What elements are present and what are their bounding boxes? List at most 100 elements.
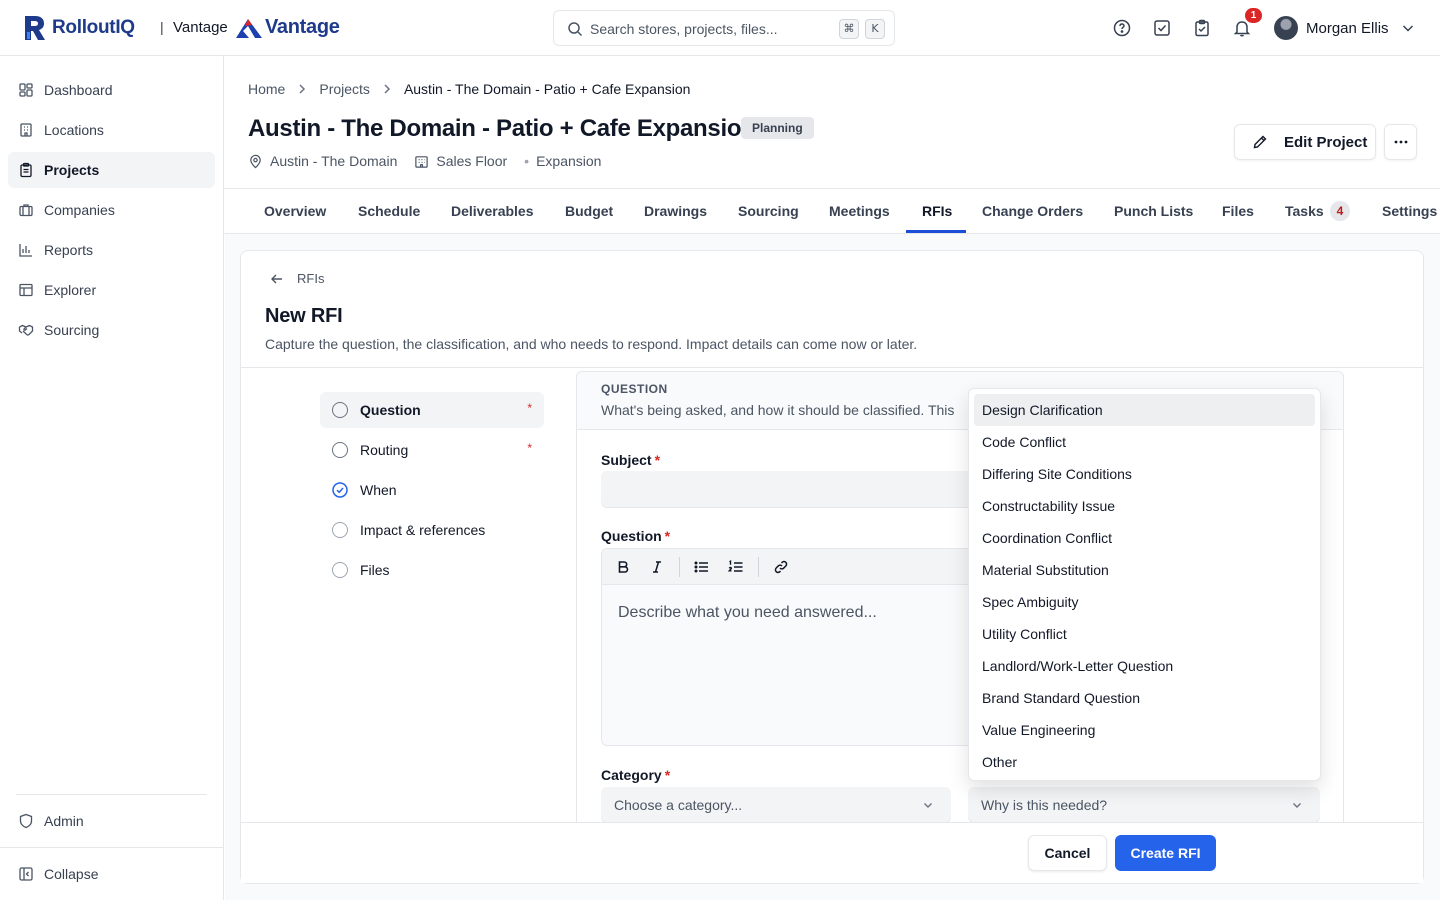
tab-sourcing[interactable]: Sourcing [738,189,799,234]
step-label: When [360,482,397,498]
question-editor[interactable]: Describe what you need answered... [601,548,981,746]
dropdown-option[interactable]: Value Engineering [974,714,1315,746]
dropdown-option[interactable]: Code Conflict [974,426,1315,458]
tab-budget[interactable]: Budget [565,189,613,234]
sidebar-item-companies[interactable]: Companies [8,192,215,228]
sidebar: Dashboard Locations Projects Companies R… [0,56,224,900]
form-subtitle: Capture the question, the classification… [265,336,918,352]
reason-select-value: Why is this needed? [981,797,1108,813]
building-icon [415,155,429,168]
table-icon [19,283,33,297]
bold-button[interactable] [613,557,633,577]
sidebar-item-label: Dashboard [44,82,113,98]
tab-overview[interactable]: Overview [264,189,326,234]
search-icon [568,22,583,37]
dropdown-option[interactable]: Brand Standard Question [974,682,1315,714]
sidebar-item-label: Reports [44,242,94,258]
sidebar-item-locations[interactable]: Locations [8,112,215,148]
tab-schedule[interactable]: Schedule [358,189,420,234]
project-area: Sales Floor [414,153,507,169]
sidebar-item-dashboard[interactable]: Dashboard [8,72,215,108]
reason-select[interactable]: Why is this needed? [968,787,1320,823]
tab-files[interactable]: Files [1222,189,1254,234]
step-incomplete-icon [332,562,348,578]
notification-badge: 1 [1245,8,1262,23]
global-search[interactable]: ⌘ K [553,10,895,46]
edit-project-button[interactable]: Edit Project [1234,124,1376,160]
step-label: Files [360,562,390,578]
briefcase-icon [19,204,33,217]
vantage-mountain-icon [236,18,262,38]
search-input[interactable] [590,18,830,40]
brand-separator: | [160,19,164,35]
sidebar-collapse-button[interactable]: Collapse [8,856,215,892]
clipboard-check-icon[interactable] [1192,18,1212,38]
building-icon [20,123,32,137]
link-button[interactable] [771,557,791,577]
required-marker: * [664,528,671,544]
reason-dropdown-menu: Design Clarification Code Conflict Diffe… [968,388,1321,781]
handshake-icon [18,324,34,336]
tab-change-orders[interactable]: Change Orders [982,189,1083,234]
chevron-down-icon [1293,803,1301,808]
checkbox-tasks-icon[interactable] [1152,18,1172,38]
subject-input[interactable] [601,471,981,508]
required-marker: * [527,441,532,455]
step-incomplete-icon [332,402,348,418]
tab-tasks[interactable]: Tasks [1285,189,1324,234]
step-routing[interactable]: Routing * [320,432,544,468]
step-incomplete-icon [332,442,348,458]
sidebar-item-projects[interactable]: Projects [8,152,215,188]
dropdown-option[interactable]: Spec Ambiguity [974,586,1315,618]
dropdown-option[interactable]: Material Substitution [974,554,1315,586]
section-label: QUESTION [601,382,668,396]
tab-rfis[interactable]: RFIs [922,189,952,234]
tab-settings[interactable]: Settings [1382,189,1437,234]
arrow-left-icon [271,274,282,283]
breadcrumb-home[interactable]: Home [248,81,285,97]
brand-logo[interactable]: RolloutIQ [24,15,135,41]
numbered-list-button[interactable] [726,557,746,577]
step-when[interactable]: When [320,472,544,508]
tab-deliverables[interactable]: Deliverables [451,189,534,234]
dropdown-option[interactable]: Coordination Conflict [974,522,1315,554]
bullet-list-button[interactable] [692,557,712,577]
question-editor-placeholder: Describe what you need answered... [618,604,877,621]
sidebar-item-sourcing[interactable]: Sourcing [8,312,215,348]
tab-punch-lists[interactable]: Punch Lists [1114,189,1193,234]
sidebar-item-admin[interactable]: Admin [8,803,215,839]
project-location: Austin - The Domain [248,153,397,169]
help-icon[interactable] [1112,18,1132,38]
dropdown-option[interactable]: Differing Site Conditions [974,458,1315,490]
more-horizontal-icon [1394,140,1407,144]
dropdown-option[interactable]: Design Clarification [974,394,1315,426]
create-rfi-button[interactable]: Create RFI [1115,835,1216,871]
category-select-value: Choose a category... [614,797,743,813]
dropdown-option[interactable]: Constructability Issue [974,490,1315,522]
dropdown-option[interactable]: Other [974,746,1315,778]
sidebar-item-reports[interactable]: Reports [8,232,215,268]
sidebar-divider [16,794,207,795]
italic-icon [653,561,661,573]
form-title: New RFI [265,305,343,327]
step-question[interactable]: Question * [320,392,544,428]
step-impact-references[interactable]: Impact & references [320,512,544,548]
more-actions-button[interactable] [1384,124,1417,160]
top-bar: RolloutIQ | Vantage Vantage ⌘ K 1 Morgan… [0,0,1440,56]
chevron-right-icon [299,84,306,94]
cancel-button[interactable]: Cancel [1028,835,1107,871]
tab-meetings[interactable]: Meetings [829,189,890,234]
step-files[interactable]: Files [320,552,544,588]
page-title: Austin - The Domain - Patio + Cafe Expan… [248,115,756,142]
sidebar-item-explorer[interactable]: Explorer [8,272,215,308]
user-menu[interactable]: Morgan Ellis [1274,16,1415,40]
italic-button[interactable] [647,557,667,577]
tab-drawings[interactable]: Drawings [644,189,707,234]
back-to-rfis-link[interactable]: RFIs [270,271,324,286]
breadcrumb-projects[interactable]: Projects [319,81,370,97]
category-select[interactable]: Choose a category... [601,787,951,823]
step-incomplete-icon [332,522,348,538]
dropdown-option[interactable]: Landlord/Work-Letter Question [974,650,1315,682]
dropdown-option[interactable]: Utility Conflict [974,618,1315,650]
project-location-text: Austin - The Domain [270,153,398,169]
